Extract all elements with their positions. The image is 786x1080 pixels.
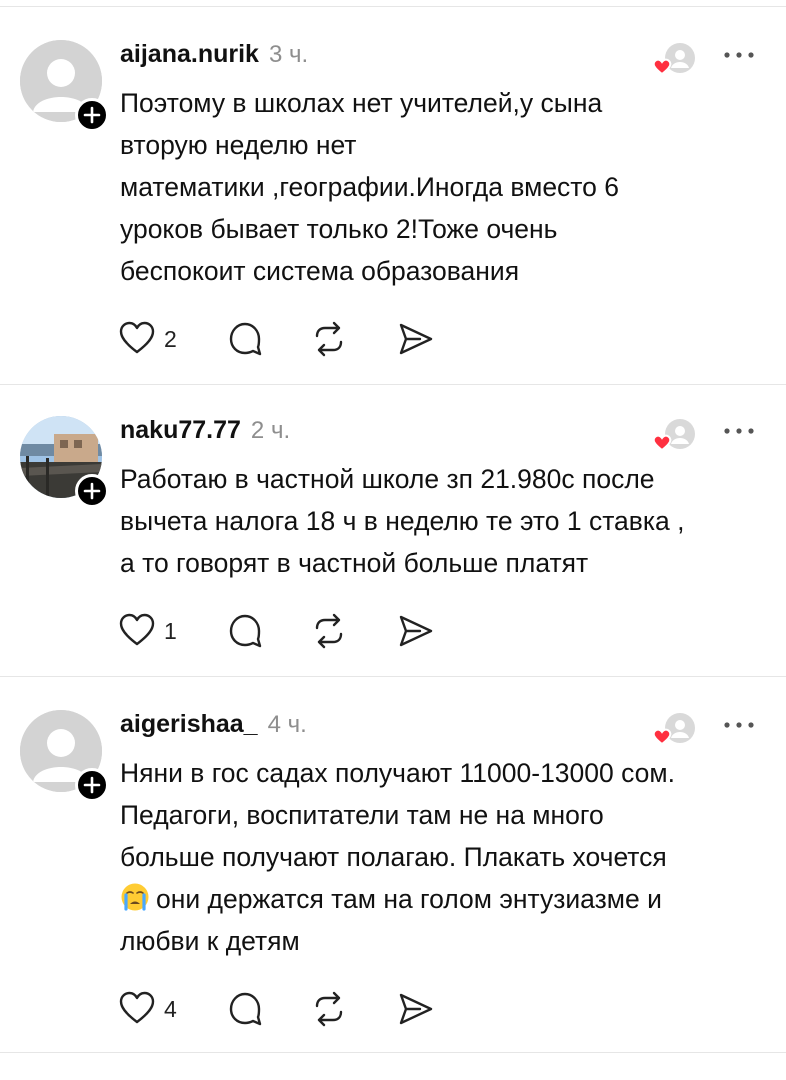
timestamp: 4 ч. [267,711,307,738]
comment-line: Няни в гос садах получают 11000-13000 со… [120,758,675,788]
more-dots-icon[interactable] [719,715,759,735]
follow-button[interactable] [75,98,109,132]
timestamp: 3 ч. [268,41,309,68]
heart-outline-icon[interactable] [118,990,156,1026]
comment-line: Педагоги, воспитатели там не на много [120,800,604,830]
comment-line: математики ,географии.Иногда вместо 6 [120,172,619,202]
comment-bubble-icon[interactable] [226,320,264,358]
comment-line: вычета налога 18 ч в неделю те это 1 ста… [120,506,685,536]
comment-text: Работаю в частной школе зп 21.980с после… [120,458,760,584]
comment-line: Поэтому в школах нет учителей,у сына [120,88,603,118]
comment-text: Поэтому в школах нет учителей,у сына вто… [120,82,760,292]
comment-line: вторую неделю нет [120,130,357,160]
like-count: 1 [164,618,177,644]
comment-line: а то говорят в частной больше платят [120,548,589,578]
heart-outline-icon[interactable] [118,320,156,356]
liked-by-author-icon [652,43,695,76]
divider-top [0,6,786,7]
repost-icon[interactable] [310,320,348,358]
plus-icon [83,776,101,794]
divider-1 [0,384,786,385]
send-icon[interactable] [396,320,436,358]
like-count: 4 [164,996,177,1022]
like-count: 2 [164,326,177,352]
username[interactable]: naku77.77 [120,416,241,445]
username[interactable]: aijana.nurik [120,40,259,69]
comment-line: любви к детям [120,926,300,956]
liked-by-author-icon [652,419,695,452]
comment-line: беспокоит система образования [120,256,520,286]
comment-header: aijana.nurik 3 ч. [120,40,308,70]
comment-line-with-emoji: они держатся там на голом энтузиазме и [120,878,760,920]
comment-header: aigerishaa_ 4 ч. [120,710,307,740]
divider-2 [0,676,786,677]
comment-text: Няни в гос садах получают 11000-13000 со… [120,752,760,962]
more-dots-icon[interactable] [719,45,759,65]
more-dots-icon[interactable] [719,421,759,441]
repost-icon[interactable] [310,612,348,650]
divider-3 [0,1052,786,1053]
comment-bubble-icon[interactable] [226,990,264,1028]
comment-header: naku77.77 2 ч. [120,416,290,446]
heart-outline-icon[interactable] [118,612,156,648]
liked-by-author-icon [652,713,695,746]
timestamp: 2 ч. [250,417,291,444]
username[interactable]: aigerishaa_ [120,710,258,739]
plus-icon [83,482,101,500]
comment-bubble-icon[interactable] [226,612,264,650]
comment-line: больше получают полагаю. Плакать хочется [120,842,667,872]
follow-button[interactable] [75,474,109,508]
follow-button[interactable] [75,768,109,802]
plus-icon [83,106,101,124]
send-icon[interactable] [396,612,436,650]
send-icon[interactable] [396,990,436,1028]
crying-face-emoji-icon [121,883,149,911]
comment-line: уроков бывает только 2!Тоже очень [120,214,558,244]
comment-line-text: они держатся там на голом энтузиазме и [156,884,662,914]
comment-line: Работаю в частной школе зп 21.980с после [120,464,655,494]
repost-icon[interactable] [310,990,348,1028]
